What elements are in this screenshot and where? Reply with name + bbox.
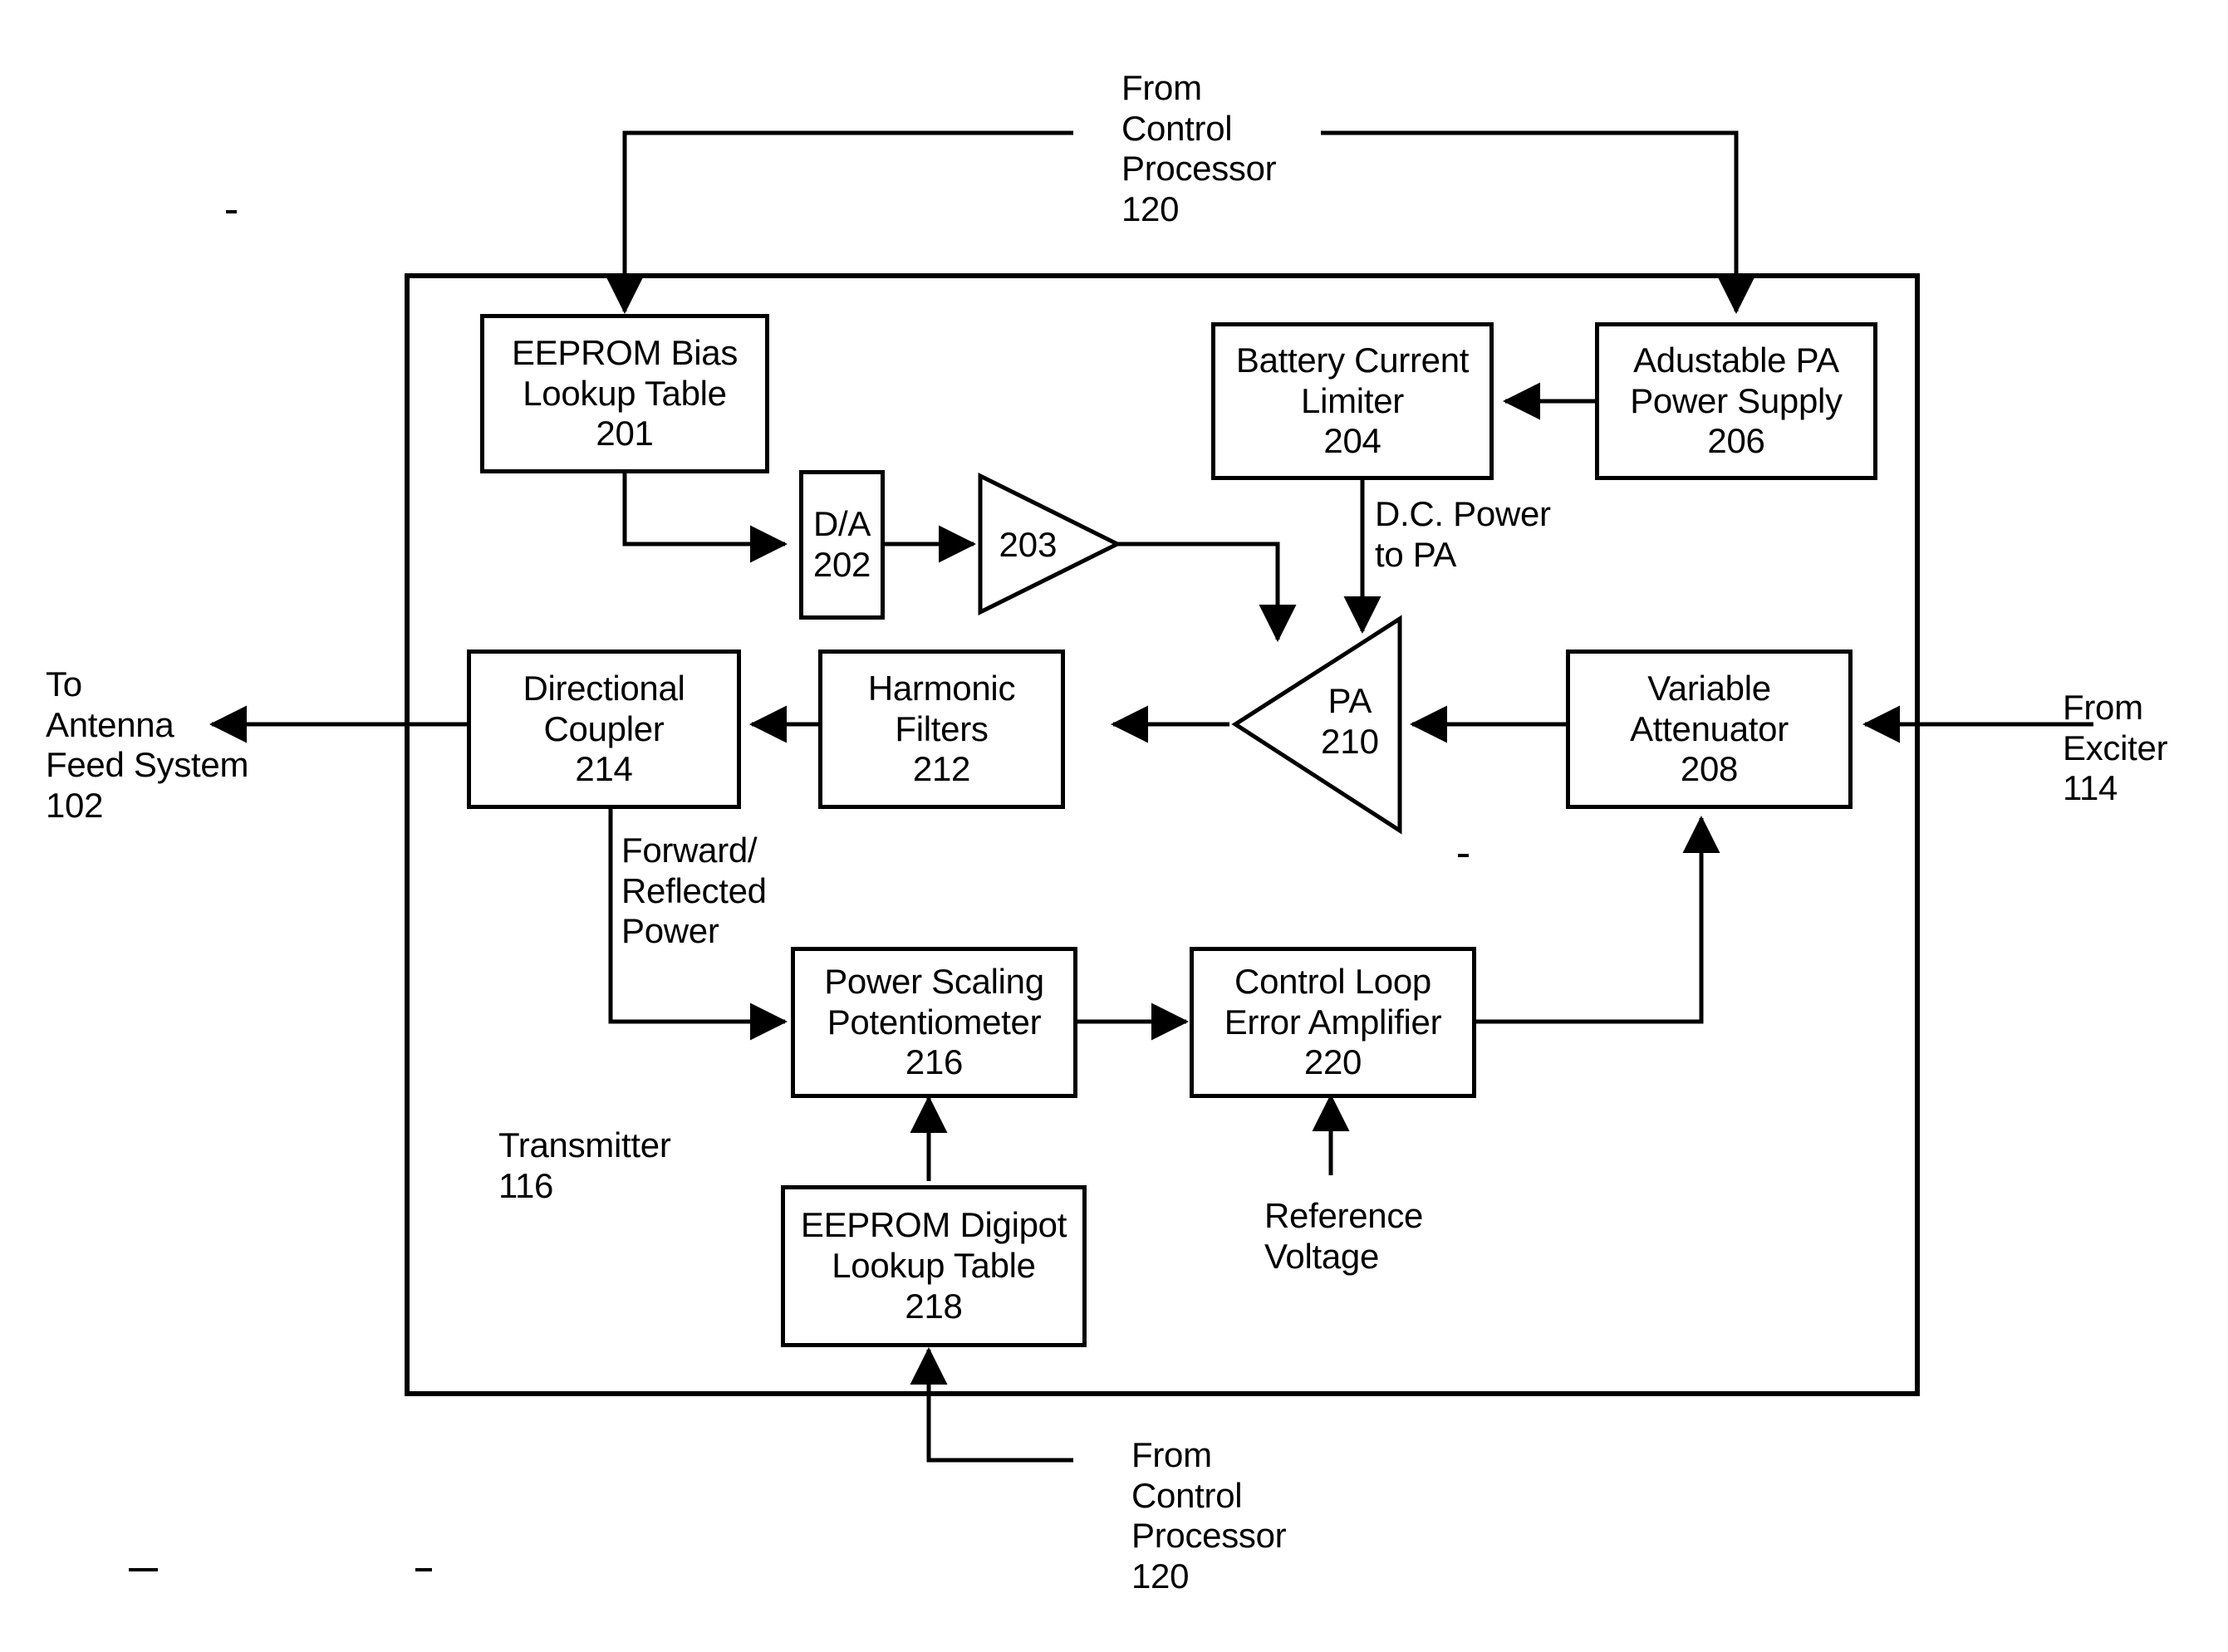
wire-cp-to-pa-supply xyxy=(1321,130,1755,315)
wire-amp203-to-pa xyxy=(1112,542,1297,643)
exciter-line-3: 114 xyxy=(2063,768,2118,808)
cp-top-line-3: Processor xyxy=(1121,149,1277,189)
block-variable-attenuator[interactable]: Variable Attenuator 208 xyxy=(1566,650,1853,809)
block-potentiometer-line-1: Power Scaling xyxy=(824,961,1044,1001)
label-dc-power-to-pa: D.C. Power to PA xyxy=(1375,494,1551,575)
block-power-scaling-potentiometer[interactable]: Power Scaling Potentiometer 216 xyxy=(791,947,1077,1098)
block-da-ref: 202 xyxy=(812,545,871,584)
block-attenuator-ref: 208 xyxy=(1680,749,1739,789)
block-digipot-line-1: EEPROM Digipot xyxy=(800,1205,1067,1245)
block-adjustable-pa-power-supply[interactable]: Adustable PA Power Supply 206 xyxy=(1595,322,1877,480)
cp-bottom-line-1: From xyxy=(1131,1435,1212,1474)
label-from-exciter: From Exciter 114 xyxy=(2063,688,2168,809)
cp-top-line-4: 120 xyxy=(1121,189,1180,229)
connector-layer xyxy=(129,130,2093,1571)
block-error-amp-ref: 220 xyxy=(1303,1042,1362,1082)
label-forward-reflected-power: Forward/ Reflected Power xyxy=(621,831,767,952)
block-harmonic-filters[interactable]: Harmonic Filters 212 xyxy=(818,650,1065,809)
block-potentiometer-ref: 216 xyxy=(905,1042,964,1082)
transmitter-name: Transmitter xyxy=(498,1125,671,1164)
wire-error-amp-to-attenuator xyxy=(1475,815,1720,1024)
block-da-converter[interactable]: D/A 202 xyxy=(799,470,885,620)
block-eeprom-digipot-lookup-table[interactable]: EEPROM Digipot Lookup Table 218 xyxy=(781,1185,1087,1347)
ref-voltage-line-2: Voltage xyxy=(1264,1236,1380,1276)
amp-203-label[interactable]: 203 xyxy=(989,525,1067,566)
block-eeprom-bias-line-1: EEPROM Bias xyxy=(511,332,739,372)
block-directional-coupler[interactable]: Directional Coupler 214 xyxy=(467,650,741,809)
block-limiter-line-1: Battery Current xyxy=(1235,340,1470,380)
antenna-line-4: 102 xyxy=(46,786,104,826)
cp-bottom-line-3: Processor xyxy=(1131,1516,1287,1556)
fwd-refl-line-1: Forward/ xyxy=(621,831,758,870)
antenna-line-3: Feed System xyxy=(46,745,249,785)
ref-voltage-line-1: Reference xyxy=(1264,1196,1424,1235)
pa-210-label[interactable]: PA 210 xyxy=(1304,681,1396,762)
block-harmonic-ref: 212 xyxy=(912,749,971,789)
fwd-refl-line-3: Power xyxy=(621,911,719,951)
block-digipot-ref: 218 xyxy=(905,1286,963,1326)
block-error-amp-line-1: Control Loop xyxy=(1234,961,1431,1001)
label-from-control-processor-top: From Control Processor 120 xyxy=(1121,68,1277,230)
block-attenuator-line-2: Attenuator xyxy=(1630,708,1789,748)
exciter-line-1: From xyxy=(2063,688,2143,727)
block-eeprom-bias-lookup-table[interactable]: EEPROM Bias Lookup Table 201 xyxy=(480,314,769,473)
block-coupler-ref: 214 xyxy=(575,749,633,789)
block-limiter-ref: 204 xyxy=(1323,421,1381,461)
label-to-antenna-feed-system: To Antenna Feed System 102 xyxy=(46,664,248,826)
antenna-line-1: To xyxy=(46,664,82,703)
block-attenuator-line-1: Variable xyxy=(1647,668,1771,708)
dc-power-line-1: D.C. Power xyxy=(1375,494,1551,533)
diagram-canvas: EEPROM Bias Lookup Table 201 D/A 202 Bat… xyxy=(0,0,2228,1652)
label-reference-voltage: Reference Voltage xyxy=(1264,1196,1423,1277)
cp-bottom-line-4: 120 xyxy=(1131,1556,1190,1596)
antenna-line-2: Antenna xyxy=(46,704,174,744)
wire-eeprom-bias-to-da xyxy=(622,473,788,563)
block-pa-supply-line-2: Power Supply xyxy=(1630,380,1843,420)
cp-top-line-2: Control xyxy=(1121,108,1233,148)
pa-210-name: PA xyxy=(1327,681,1372,720)
transmitter-ref: 116 xyxy=(498,1165,554,1205)
cp-bottom-line-2: Control xyxy=(1131,1475,1243,1515)
pa-210-ref: 210 xyxy=(1320,721,1380,761)
block-pa-supply-ref: 206 xyxy=(1707,421,1765,461)
wire-cp-to-digipot xyxy=(910,1346,1073,1463)
cp-top-line-1: From xyxy=(1121,68,1202,107)
block-eeprom-bias-line-2: Lookup Table xyxy=(523,373,727,413)
dc-power-line-2: to PA xyxy=(1375,534,1457,574)
block-harmonic-line-2: Filters xyxy=(895,708,989,748)
fwd-refl-line-2: Reflected xyxy=(621,870,767,910)
label-transmitter-enclosure: Transmitter 116 xyxy=(498,1125,671,1206)
block-battery-current-limiter[interactable]: Battery Current Limiter 204 xyxy=(1211,322,1494,480)
block-eeprom-bias-ref: 201 xyxy=(596,414,654,453)
amp-203-ref: 203 xyxy=(999,525,1058,564)
block-coupler-line-1: Directional xyxy=(523,668,685,708)
block-limiter-line-2: Limiter xyxy=(1301,380,1404,420)
wire-cp-to-eeprom-bias xyxy=(606,130,1073,315)
block-digipot-line-2: Lookup Table xyxy=(832,1246,1036,1286)
block-potentiometer-line-2: Potentiometer xyxy=(827,1002,1042,1042)
block-harmonic-line-1: Harmonic xyxy=(867,668,1016,708)
exciter-line-2: Exciter xyxy=(2063,728,2168,767)
label-from-control-processor-bottom: From Control Processor 120 xyxy=(1131,1435,1287,1597)
block-error-amp-line-2: Error Amplifier xyxy=(1224,1002,1442,1042)
block-da-line-1: D/A xyxy=(812,504,871,544)
block-coupler-line-2: Coupler xyxy=(543,708,665,748)
block-control-loop-error-amplifier[interactable]: Control Loop Error Amplifier 220 xyxy=(1190,947,1476,1098)
block-pa-supply-line-1: Adustable PA xyxy=(1633,340,1839,380)
